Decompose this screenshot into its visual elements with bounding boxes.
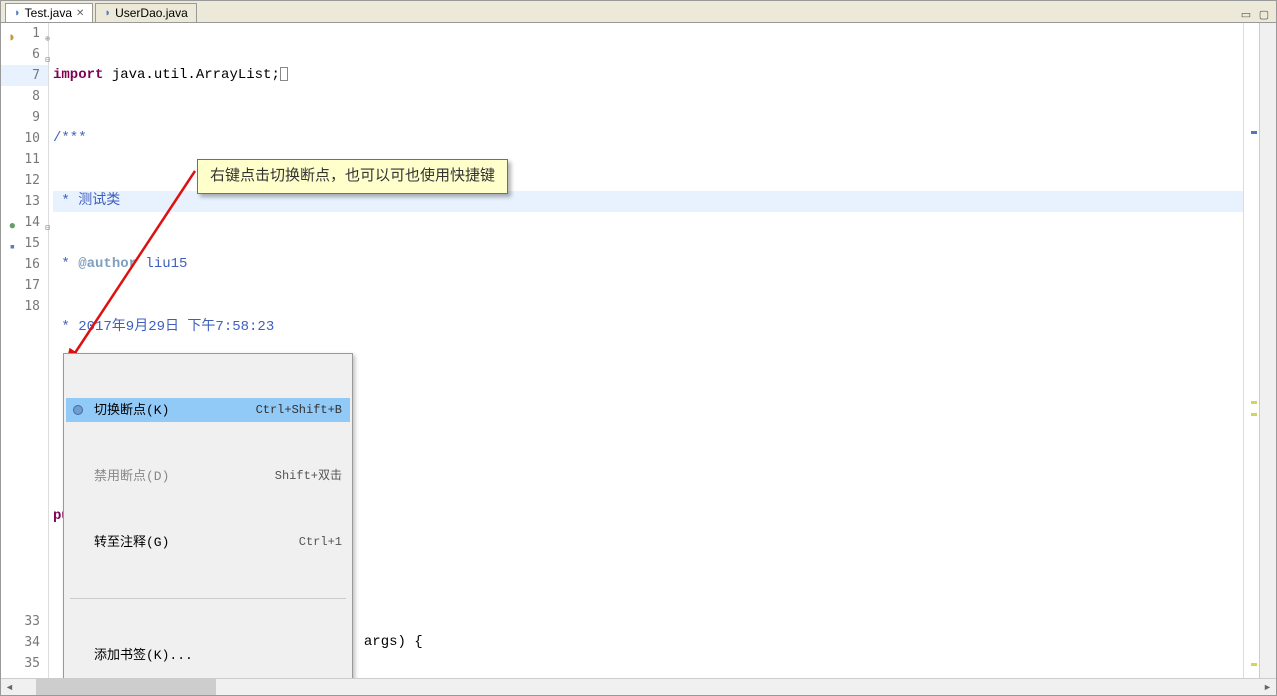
gutter-context-menu: 切换断点(K) Ctrl+Shift+B 禁用断点(D) Shift+双击 转至… xyxy=(63,353,353,678)
java-file-icon: ◗ xyxy=(14,7,21,19)
close-icon[interactable]: ✕ xyxy=(76,8,84,19)
editor-tabs: ◗ Test.java ✕ ◗ UserDao.java ▭ ▢ xyxy=(1,1,1276,23)
tab-label: Test.java xyxy=(25,6,72,20)
scroll-right-icon[interactable]: ► xyxy=(1259,679,1276,695)
overview-ruler[interactable] xyxy=(1243,23,1259,678)
breakpoint-icon xyxy=(73,405,83,415)
menu-goto-annotation[interactable]: 转至注释(G) Ctrl+1 xyxy=(66,530,350,554)
tab-userdao-java[interactable]: ◗ UserDao.java xyxy=(95,3,196,22)
tab-label: UserDao.java xyxy=(115,6,188,20)
method-marker-icon: ● xyxy=(3,216,15,228)
scrollbar-thumb[interactable] xyxy=(36,679,216,695)
minimize-icon[interactable]: ▭ xyxy=(1238,6,1254,22)
vertical-scrollbar[interactable] xyxy=(1259,23,1276,678)
annotation-callout: 右键点击切换断点，也可以可也使用快捷键 xyxy=(197,159,508,194)
tab-test-java[interactable]: ◗ Test.java ✕ xyxy=(5,3,93,22)
menu-separator xyxy=(70,598,346,599)
scroll-left-icon[interactable]: ◄ xyxy=(1,679,18,695)
menu-disable-breakpoint[interactable]: 禁用断点(D) Shift+双击 xyxy=(66,464,350,488)
java-marker-icon: ◗ xyxy=(3,27,15,39)
task-marker-icon: ▪ xyxy=(3,237,15,249)
menu-toggle-breakpoint[interactable]: 切换断点(K) Ctrl+Shift+B xyxy=(66,398,350,422)
maximize-icon[interactable]: ▢ xyxy=(1256,6,1272,22)
menu-add-bookmark[interactable]: 添加书签(K)... xyxy=(66,643,350,667)
java-file-icon: ◗ xyxy=(104,7,111,19)
code-area[interactable]: import java.util.ArrayList; /*** * 测试类 *… xyxy=(49,23,1243,678)
line-gutter[interactable]: ◗1⊕ 6⊟ 7 8 9 10 11 12 13 ●14⊟ ▪15 16 17 … xyxy=(1,23,49,678)
horizontal-scrollbar[interactable]: ◄ ► xyxy=(1,678,1276,695)
